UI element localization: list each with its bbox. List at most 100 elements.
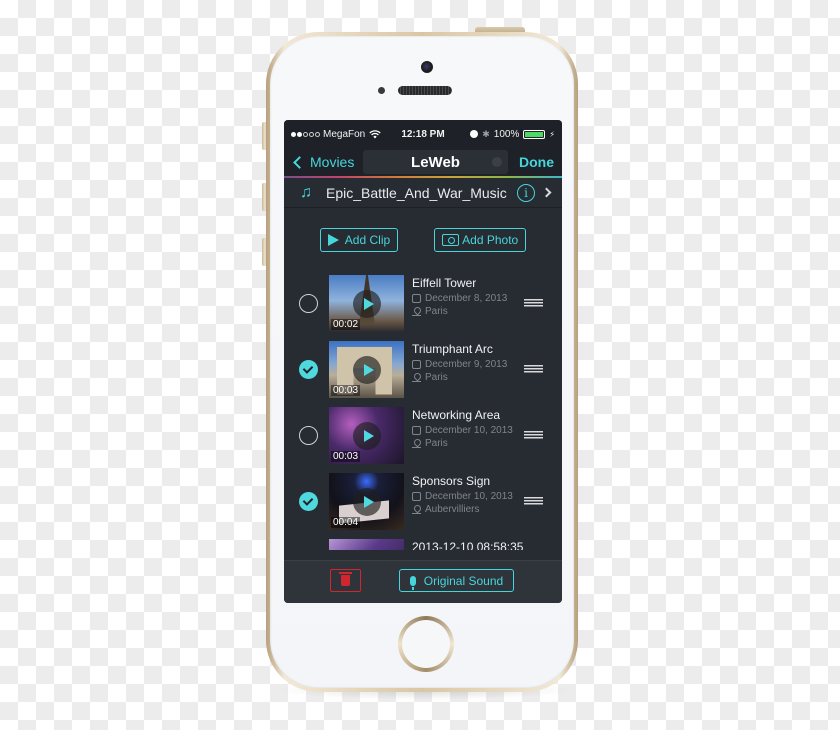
bluetooth-icon: ✱ <box>482 128 490 139</box>
signal-strength-icon <box>291 131 320 137</box>
clip-thumbnail[interactable]: 00:04 <box>329 472 404 530</box>
reorder-handle-icon[interactable] <box>524 299 543 307</box>
clip-title: Networking Area <box>412 408 501 422</box>
signal-dot <box>315 131 320 137</box>
clip-thumbnail[interactable]: 00:03 <box>329 340 404 398</box>
clip-date-text: December 10, 2013 <box>425 425 513 436</box>
battery-icon <box>523 129 546 139</box>
play-icon[interactable] <box>353 487 381 516</box>
clip-duration: 00:04 <box>331 516 361 528</box>
clip-title: Triumphant Arc <box>412 342 493 356</box>
clip-list: 00:02 Eiffell Tower December 8, 2013 Par… <box>284 270 562 550</box>
microphone-icon <box>409 575 416 590</box>
action-buttons: Add Clip Add Photo <box>284 208 562 270</box>
play-triangle <box>363 363 374 376</box>
clip-row[interactable]: 00:03 Networking Area December 10, 2013 … <box>284 402 562 468</box>
info-icon[interactable]: i <box>517 183 535 202</box>
calendar-icon <box>412 426 421 435</box>
clip-date-text: December 10, 2013 <box>425 491 513 502</box>
signal-dot <box>303 131 308 137</box>
signal-dot <box>291 131 296 137</box>
clip-row[interactable]: 00:03 Triumphant Arc December 9, 2013 Pa… <box>284 336 562 402</box>
clip-date: December 9, 2013 <box>412 359 507 370</box>
select-checkbox[interactable] <box>299 293 318 313</box>
play-icon <box>327 234 339 246</box>
carrier-name: MegaFon <box>323 128 366 140</box>
charging-icon: ⚡ <box>549 129 555 139</box>
play-icon[interactable] <box>353 421 381 450</box>
play-icon[interactable] <box>353 289 381 318</box>
clip-location: Paris <box>412 372 507 383</box>
clip-title: Eiffell Tower <box>412 276 477 290</box>
trash-icon <box>339 572 352 586</box>
movie-title-field[interactable]: LeWeb <box>363 150 508 174</box>
calendar-icon <box>412 360 421 369</box>
proximity-sensor <box>378 87 385 94</box>
chevron-right-icon <box>541 187 552 198</box>
clip-row[interactable]: 00:02 Eiffell Tower December 8, 2013 Par… <box>284 270 562 336</box>
select-checkbox[interactable] <box>299 491 318 511</box>
original-sound-button[interactable]: Original Sound <box>399 569 514 592</box>
clip-title: Sponsors Sign <box>412 474 491 488</box>
location-pin-icon <box>412 439 421 448</box>
clip-date: December 8, 2013 <box>412 293 507 304</box>
play-icon[interactable] <box>353 355 381 384</box>
movie-title: LeWeb <box>411 153 460 171</box>
music-track-row[interactable]: ♫ Epic_Battle_And_War_Music i <box>284 178 562 208</box>
clip-thumbnail[interactable]: 00:02 <box>329 274 404 332</box>
clip-info: Eiffell Tower December 8, 2013 Paris <box>412 276 507 319</box>
back-button[interactable]: Movies <box>292 154 354 170</box>
home-button[interactable] <box>398 616 454 672</box>
location-pin-icon <box>412 505 421 514</box>
select-checkbox[interactable] <box>299 425 318 445</box>
status-bar: MegaFon 12:18 PM ✱ 100% ⚡ <box>284 120 562 148</box>
clip-location: Paris <box>412 438 513 449</box>
chevron-left-icon <box>293 155 306 169</box>
clip-row[interactable]: 00:04 Sponsors Sign December 10, 2013 Au… <box>284 468 562 534</box>
battery-percent: 100% <box>493 128 520 140</box>
clip-duration: 00:03 <box>331 384 361 396</box>
back-label: Movies <box>310 154 355 170</box>
signal-dot <box>309 131 314 137</box>
clip-location: Aubervilliers <box>412 504 513 515</box>
music-title: Epic_Battle_And_War_Music <box>326 184 507 201</box>
add-photo-label: Add Photo <box>462 233 519 247</box>
earpiece-speaker <box>398 86 452 95</box>
clip-date-text: December 9, 2013 <box>425 359 508 370</box>
clip-location: Paris <box>412 306 507 317</box>
alarm-icon <box>470 130 479 138</box>
play-triangle <box>363 297 374 310</box>
wifi-icon <box>369 129 381 138</box>
clip-thumbnail[interactable]: 00:03 <box>329 406 404 464</box>
clip-info: Sponsors Sign December 10, 2013 Aubervil… <box>412 474 513 517</box>
reorder-handle-icon[interactable] <box>524 497 543 505</box>
clip-date: December 10, 2013 <box>412 491 513 502</box>
play-triangle <box>363 495 374 508</box>
reorder-handle-icon[interactable] <box>524 365 543 373</box>
clip-location-text: Paris <box>425 438 448 449</box>
clip-duration: 00:02 <box>331 318 361 330</box>
status-right: ✱ 100% ⚡ <box>470 129 555 140</box>
original-sound-label: Original Sound <box>423 573 504 588</box>
add-photo-button[interactable]: Add Photo <box>434 228 527 252</box>
play-triangle <box>363 429 374 442</box>
clear-icon[interactable] <box>492 157 502 167</box>
calendar-icon <box>412 492 421 501</box>
app-screen: MegaFon 12:18 PM ✱ 100% ⚡ Movies LeWeb D… <box>284 120 562 603</box>
add-clip-button[interactable]: Add Clip <box>319 228 399 252</box>
clip-info: Networking Area December 10, 2013 Paris <box>412 408 513 451</box>
location-pin-icon <box>412 307 421 316</box>
clip-thumbnail[interactable] <box>329 538 404 550</box>
reorder-handle-icon[interactable] <box>524 431 543 439</box>
clip-date-text: December 8, 2013 <box>425 293 508 304</box>
select-checkbox[interactable] <box>299 359 318 379</box>
done-button[interactable]: Done <box>519 154 554 170</box>
clip-location-text: Paris <box>425 372 448 383</box>
delete-button[interactable] <box>330 569 361 592</box>
clip-info: Triumphant Arc December 9, 2013 Paris <box>412 342 507 385</box>
nav-bar: Movies LeWeb Done <box>284 148 562 176</box>
clip-row[interactable]: 2013-12-10 08:58:35 December 10, 2013 <box>284 534 562 550</box>
front-camera-icon <box>421 61 433 73</box>
battery-fill <box>525 131 544 137</box>
bottom-toolbar: Original Sound <box>284 560 562 603</box>
